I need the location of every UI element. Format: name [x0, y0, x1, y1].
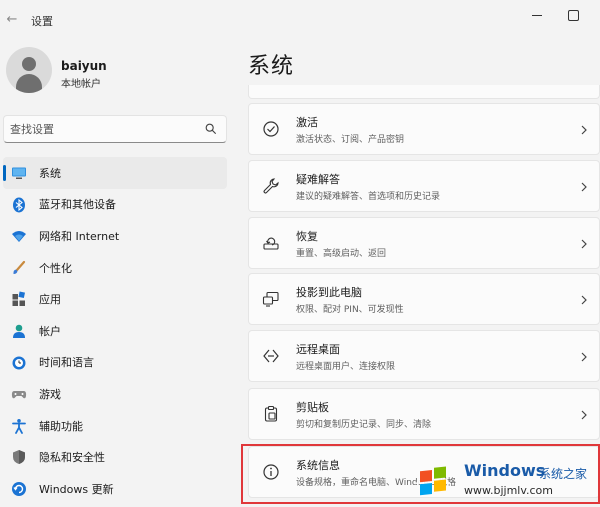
chevron-right-icon	[581, 182, 587, 192]
sidebar-item-windows-update[interactable]: Windows 更新	[3, 473, 227, 505]
sidebar-nav: 系统 蓝牙和其他设备 网络和 Internet 个性化 应用 帐户 时间和语言 …	[3, 157, 227, 505]
windows-logo-icon	[415, 466, 451, 496]
gamepad-icon	[11, 391, 27, 399]
sidebar-item-label: 个性化	[39, 261, 72, 275]
sidebar-item-accounts[interactable]: 帐户	[3, 315, 227, 347]
apps-icon	[12, 291, 26, 307]
page-title: 系统	[248, 54, 295, 79]
sidebar-item-label: 帐户	[39, 324, 61, 338]
card-title: 激活	[296, 116, 318, 129]
chevron-right-icon	[581, 239, 587, 249]
card-title: 剪贴板	[296, 401, 329, 414]
sidebar-item-bluetooth[interactable]: 蓝牙和其他设备	[3, 189, 227, 221]
watermark-subtitle: 系统之家	[539, 467, 588, 481]
settings-card-troubleshoot[interactable]: 疑难解答 建议的疑难解答、首选项和历史记录	[248, 160, 600, 212]
check-circle-icon	[263, 121, 279, 137]
sidebar-item-label: 系统	[39, 166, 61, 180]
settings-card-clipboard[interactable]: 剪贴板 剪切和复制历史记录、同步、清除	[248, 388, 600, 440]
card-description: 激活状态、订阅、产品密钥	[296, 135, 405, 145]
settings-card-partial	[248, 85, 600, 99]
back-arrow-icon: ←	[6, 12, 18, 27]
card-title: 投影到此电脑	[296, 286, 362, 299]
sidebar-item-label: 隐私和安全性	[39, 451, 105, 465]
sidebar-item-apps[interactable]: 应用	[3, 283, 227, 315]
globe-clock-icon	[12, 356, 26, 370]
sidebar-item-label: 时间和语言	[39, 356, 94, 370]
bluetooth-icon	[13, 197, 25, 213]
card-description: 远程桌面用户、连接权限	[296, 362, 396, 372]
settings-card-remote-desktop[interactable]: 远程桌面 远程桌面用户、连接权限	[248, 330, 600, 382]
search-input[interactable]	[10, 121, 190, 137]
sidebar-item-personalization[interactable]: 个性化	[3, 252, 227, 284]
card-description: 剪切和复制历史记录、同步、清除	[296, 420, 432, 430]
remote-desktop-icon	[263, 349, 279, 363]
chevron-right-icon	[581, 410, 587, 420]
title-bar: ← 设置	[0, 0, 600, 40]
sidebar-item-label: 辅助功能	[39, 419, 83, 433]
user-name: baiyun	[61, 59, 107, 73]
chevron-right-icon	[581, 352, 587, 362]
chevron-right-icon	[581, 295, 587, 305]
sidebar-item-label: 蓝牙和其他设备	[39, 198, 116, 212]
settings-card-recovery[interactable]: 恢复 重置、高级启动、返回	[248, 217, 600, 269]
watermark-url: www.bjjmlv.com	[464, 484, 553, 497]
shield-icon	[13, 450, 25, 465]
windows-update-icon	[12, 481, 26, 496]
card-description: 权限、配对 PIN、可发现性	[296, 305, 404, 315]
chevron-right-icon	[581, 125, 587, 135]
sidebar-item-label: 游戏	[39, 387, 61, 401]
search-icon[interactable]	[204, 122, 218, 136]
settings-card-activation[interactable]: 激活 激活状态、订阅、产品密钥	[248, 103, 600, 155]
maximize-button[interactable]	[564, 6, 582, 24]
person-icon	[13, 324, 25, 338]
minimize-button[interactable]	[528, 6, 546, 24]
sidebar-item-time-language[interactable]: 时间和语言	[3, 347, 227, 379]
watermark-brand: Windows	[464, 461, 546, 480]
sidebar-item-label: 网络和 Internet	[39, 229, 120, 243]
wifi-icon	[12, 231, 26, 243]
sidebar-item-network[interactable]: 网络和 Internet	[3, 220, 227, 252]
sidebar-item-label: 应用	[39, 293, 61, 307]
window-title: 设置	[31, 15, 53, 28]
monitor-icon	[12, 167, 26, 179]
settings-card-project-to-pc[interactable]: 投影到此电脑 权限、配对 PIN、可发现性	[248, 273, 600, 325]
card-title: 恢复	[296, 230, 318, 243]
sidebar-item-label: Windows 更新	[39, 482, 114, 496]
search-box[interactable]	[3, 115, 227, 143]
wrench-icon	[263, 178, 279, 194]
accessibility-icon	[12, 418, 26, 434]
recovery-icon	[263, 237, 279, 250]
brush-icon	[13, 260, 26, 274]
sidebar-item-privacy[interactable]: 隐私和安全性	[3, 441, 227, 473]
sidebar-item-accessibility[interactable]: 辅助功能	[3, 410, 227, 442]
clipboard-icon	[264, 405, 278, 422]
card-description: 建议的疑难解答、首选项和历史记录	[296, 192, 441, 202]
account-type: 本地帐户	[61, 79, 101, 90]
sidebar-item-gaming[interactable]: 游戏	[3, 378, 227, 410]
card-description: 重置、高级启动、返回	[296, 249, 387, 259]
card-title: 远程桌面	[296, 343, 340, 356]
back-button[interactable]: ←	[4, 11, 20, 29]
project-icon	[262, 291, 279, 307]
avatar[interactable]	[6, 47, 52, 93]
sidebar-item-system[interactable]: 系统	[3, 157, 227, 189]
card-title: 疑难解答	[296, 173, 340, 186]
watermark: Windows 系统之家 www.bjjmlv.com	[405, 452, 600, 502]
